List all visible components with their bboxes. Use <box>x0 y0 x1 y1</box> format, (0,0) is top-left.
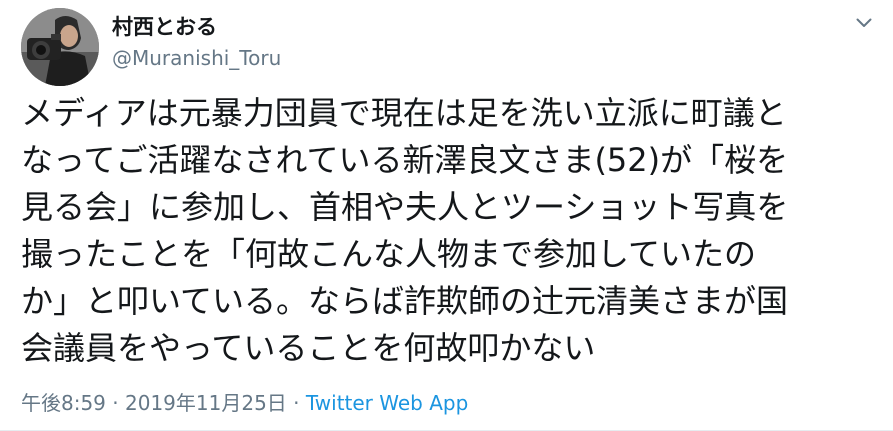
tweet-text-line: 見る会」に参加し、首相や夫人とツーショット写真を <box>21 188 789 226</box>
tweet-text-line: メディアは元暴力団員で現在は足を洗い立派に町議と <box>21 94 787 132</box>
meta-separator: · <box>105 391 125 415</box>
tweet-text-line: か」と叩いている。ならば詐欺師の辻元清美さまが国 <box>21 282 789 320</box>
tweet-source-link[interactable]: Twitter Web App <box>306 391 468 415</box>
tweet-text-line: なってご活躍なされている新澤良文さま(52)が「桜を <box>21 141 789 179</box>
chevron-down-icon <box>856 18 872 27</box>
author-display-name[interactable]: 村西とおる <box>112 14 217 40</box>
tweet-date[interactable]: 2019年11月25日 <box>125 391 287 415</box>
tweet-time[interactable]: 午後8:59 <box>21 391 106 415</box>
tweet-menu-button[interactable] <box>851 12 877 34</box>
profile-photo-icon <box>21 8 99 86</box>
tweet-text-line: 撮ったことを「何故こんな人物まで参加していたの <box>21 235 757 273</box>
author-handle[interactable]: @Muranishi_Toru <box>112 45 281 71</box>
avatar[interactable] <box>21 8 99 86</box>
tweet-text: メディアは元暴力団員で現在は足を洗い立派に町議と なってご活躍なされている新澤良… <box>21 90 879 372</box>
tweet-text-line: 会議員をやっていることを何故叩かない <box>21 329 596 367</box>
meta-separator: · <box>286 391 306 415</box>
tweet-metadata: 午後8:59 · 2019年11月25日 · Twitter Web App <box>21 390 468 416</box>
